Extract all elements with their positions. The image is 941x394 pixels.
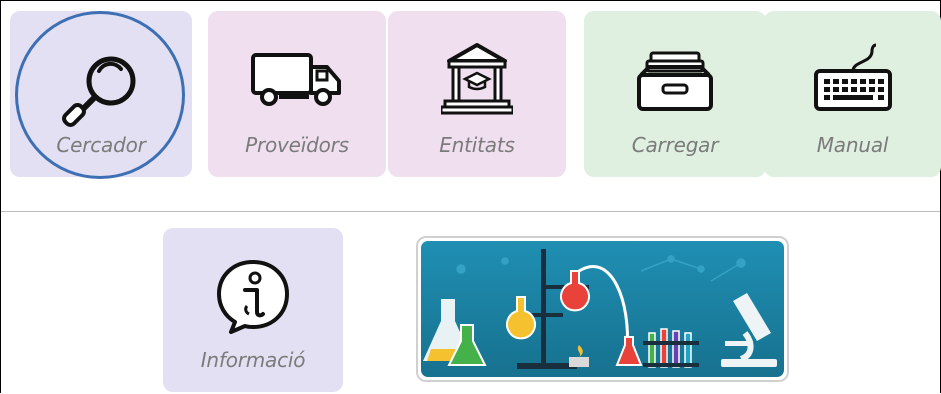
- tile-cercador-label: Cercador: [56, 133, 146, 157]
- tile-proveidors-label: Proveïdors: [245, 133, 349, 157]
- tile-cercador[interactable]: Cercador: [10, 11, 192, 177]
- laboratory-illustration: [421, 241, 784, 377]
- tile-carregar-label: Carregar: [631, 133, 719, 157]
- tile-informacio[interactable]: Informació: [163, 228, 343, 392]
- section-divider: [1, 211, 940, 212]
- keyboard-icon: [810, 41, 896, 117]
- tile-manual[interactable]: Manual: [764, 11, 941, 177]
- tile-proveidors[interactable]: Proveïdors: [208, 11, 386, 177]
- tile-informacio-label: Informació: [200, 348, 306, 372]
- tile-carregar[interactable]: Carregar: [584, 11, 766, 177]
- inbox-tray-icon: [635, 49, 715, 117]
- info-bubble-icon: [213, 256, 293, 340]
- tile-entitats[interactable]: Entitats: [388, 11, 566, 177]
- institution-icon: [439, 39, 515, 121]
- tile-manual-label: Manual: [816, 133, 889, 157]
- tile-entitats-label: Entitats: [439, 133, 515, 157]
- laboratory-banner[interactable]: [416, 236, 789, 382]
- truck-icon: [249, 49, 345, 113]
- magnifier-icon: [61, 51, 141, 135]
